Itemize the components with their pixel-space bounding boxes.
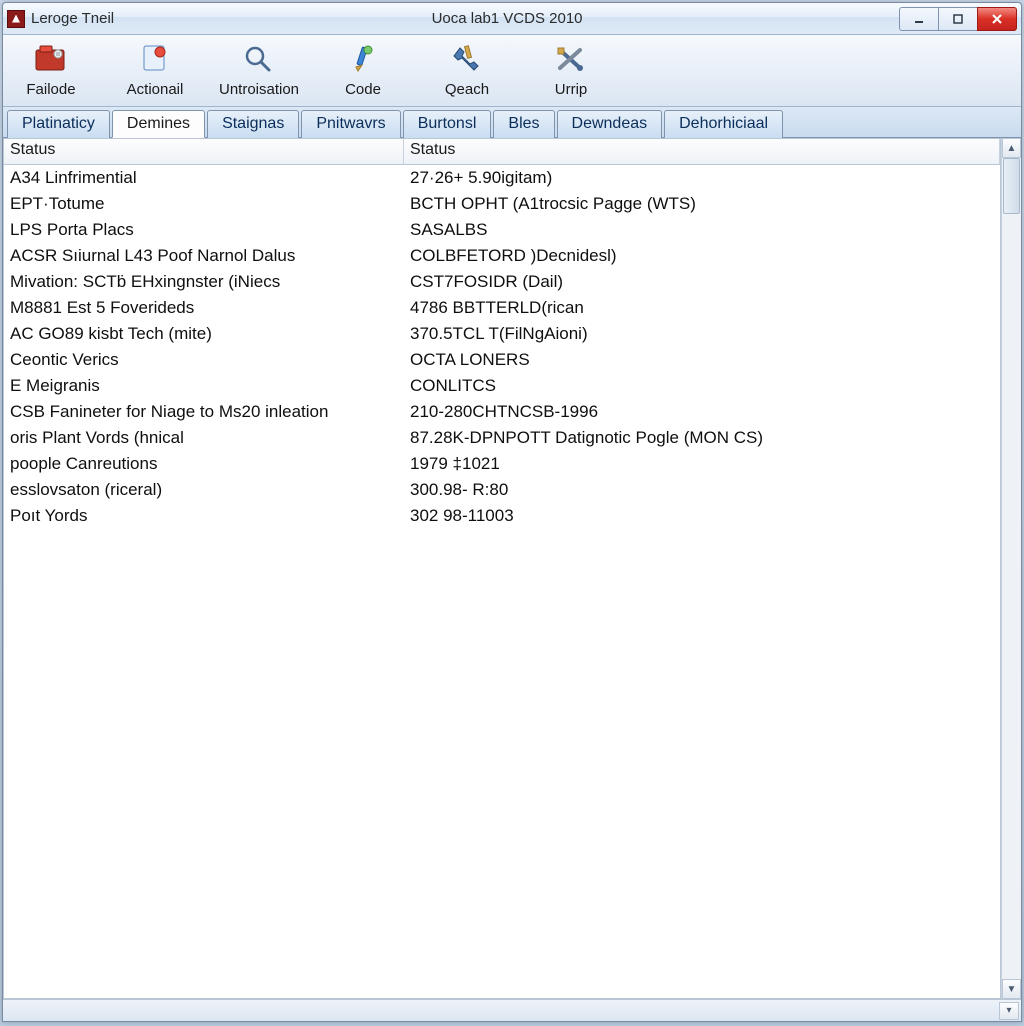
cell-status-2: COLBFETORD )Decnidesl) — [404, 245, 1000, 267]
cell-status-2: 1979 ‡1021 — [404, 453, 1000, 475]
scroll-down-button[interactable]: ▼ — [1002, 979, 1021, 999]
cell-status-2: SASALBS — [404, 219, 1000, 241]
table-row[interactable]: esslovsaton (riceral)300.98- R:80 — [4, 477, 1000, 503]
maximize-icon — [952, 13, 964, 25]
content-area: Status Status A34 Linfrimential27·26+ 5.… — [3, 138, 1021, 999]
column-header-1[interactable]: Status — [4, 139, 404, 164]
cell-status-1: ACSR Sıiurnal L43 Poof Narnol Dalus — [4, 245, 404, 267]
cell-status-2: 300.98- R:80 — [404, 479, 1000, 501]
cell-status-2: CST7FOSIDR (Dail) — [404, 271, 1000, 293]
pencil-icon — [345, 41, 381, 77]
toolbar-urrip[interactable]: Urrip — [531, 41, 611, 98]
cell-status-1: poople Canreutions — [4, 453, 404, 475]
cell-status-2: 87.28K-DPNPOTT Datignotic Pogle (MON CS) — [404, 427, 1000, 449]
tab-platinaticy[interactable]: Platinaticy — [7, 110, 110, 138]
cell-status-2: 4786 BBTTERLD(rican — [404, 297, 1000, 319]
cell-status-1: esslovsaton (riceral) — [4, 479, 404, 501]
tab-dewndeas[interactable]: Dewndeas — [557, 110, 663, 138]
toolbar-label: Untroisation — [219, 81, 299, 98]
close-button[interactable] — [977, 7, 1017, 31]
vertical-scrollbar[interactable]: ▲ ▼ — [1001, 138, 1021, 999]
maximize-button[interactable] — [938, 7, 978, 31]
toolbar-label: Urrip — [555, 81, 588, 98]
app-window: Leroge Tneil Uoca lab1 VCDS 2010 Failode — [2, 2, 1022, 1022]
scroll-thumb[interactable] — [1003, 158, 1020, 214]
cell-status-1: E Meigranis — [4, 375, 404, 397]
toolbar-label: Code — [345, 81, 381, 98]
toolbar-code[interactable]: Code — [323, 41, 403, 98]
cell-status-2: BCTH OPHT (A1trocsic Pagge (WTS) — [404, 193, 1000, 215]
toolbar: Failode Actionail Untroisation Code Qeac… — [3, 35, 1021, 107]
cell-status-1: CSB Fanineter for Niage to Ms20 inleatio… — [4, 401, 404, 423]
magnifier-icon — [241, 41, 277, 77]
cell-status-2: CONLITCS — [404, 375, 1000, 397]
status-bar: ▾ — [3, 999, 1021, 1021]
cell-status-2: 210-280CHTNCSB-1996 — [404, 401, 1000, 423]
minimize-icon — [913, 13, 925, 25]
scroll-up-button[interactable]: ▲ — [1002, 138, 1021, 158]
scroll-track[interactable] — [1002, 158, 1021, 979]
tab-staignas[interactable]: Staignas — [207, 110, 299, 138]
data-table: Status Status A34 Linfrimential27·26+ 5.… — [3, 138, 1001, 999]
tab-pnitwavrs[interactable]: Pnitwavrs — [301, 110, 400, 138]
table-header: Status Status — [4, 139, 1000, 165]
toolbar-label: Failode — [26, 81, 75, 98]
cell-status-1: Poıt Yords — [4, 505, 404, 527]
cell-status-1: EPT·Totume — [4, 193, 404, 215]
table-row[interactable]: AC GO89 kisbt Tech (mite)370.5TCL T(FilN… — [4, 321, 1000, 347]
window-controls — [900, 7, 1017, 31]
table-row[interactable]: CSB Fanineter for Niage to Ms20 inleatio… — [4, 399, 1000, 425]
toolbar-label: Actionail — [127, 81, 184, 98]
toolbar-actionail[interactable]: Actionail — [115, 41, 195, 98]
tab-dehorhiciaal[interactable]: Dehorhiciaal — [664, 110, 783, 138]
cell-status-1: A34 Linfrimential — [4, 167, 404, 189]
cell-status-2: 27·26+ 5.90igitam) — [404, 167, 1000, 189]
toolbar-label: Qeach — [445, 81, 489, 98]
tab-bles[interactable]: Bles — [493, 110, 554, 138]
cell-status-2: 302 98-11003 — [404, 505, 1000, 527]
cell-status-1: Ceontic Verics — [4, 349, 404, 371]
titlebar: Leroge Tneil Uoca lab1 VCDS 2010 — [3, 3, 1021, 35]
table-row[interactable]: oris Plant Vords (hnical87.28K-DPNPOTT D… — [4, 425, 1000, 451]
tabbar: Platinaticy Demines Staignas Pnitwavrs B… — [3, 107, 1021, 138]
cell-status-2: 370.5TCL T(FilNgAioni) — [404, 323, 1000, 345]
table-row[interactable]: Poıt Yords302 98-11003 — [4, 503, 1000, 529]
wrench-icon — [449, 41, 485, 77]
close-icon — [991, 13, 1003, 25]
tab-burtonsl[interactable]: Burtonsl — [403, 110, 492, 138]
cell-status-1: oris Plant Vords (hnical — [4, 427, 404, 449]
app-icon — [7, 10, 25, 28]
minimize-button[interactable] — [899, 7, 939, 31]
folder-red-icon — [33, 41, 69, 77]
table-row[interactable]: LPS Porta PlacsSASALBS — [4, 217, 1000, 243]
cell-status-1: Mivation: SCTḃ EHxingnster (iNiecs — [4, 271, 404, 293]
tools-cross-icon — [553, 41, 589, 77]
app-name: Leroge Tneil — [31, 10, 114, 27]
toolbar-failode[interactable]: Failode — [11, 41, 91, 98]
cell-status-1: LPS Porta Placs — [4, 219, 404, 241]
table-row[interactable]: M8881 Est 5 Foverideds4786 BBTTERLD(rica… — [4, 295, 1000, 321]
table-row[interactable]: EPT·TotumeBCTH OPHT (A1trocsic Pagge (WT… — [4, 191, 1000, 217]
table-row[interactable]: Ceontic VericsOCTA LONERS — [4, 347, 1000, 373]
table-row[interactable]: ACSR Sıiurnal L43 Poof Narnol DalusCOLBF… — [4, 243, 1000, 269]
toolbar-untroisation[interactable]: Untroisation — [219, 41, 299, 98]
tab-demines[interactable]: Demines — [112, 110, 205, 138]
window-title: Uoca lab1 VCDS 2010 — [114, 10, 900, 27]
scroll-right-button[interactable]: ▾ — [999, 1002, 1019, 1020]
cell-status-1: M8881 Est 5 Foverideds — [4, 297, 404, 319]
table-row[interactable]: A34 Linfrimential27·26+ 5.90igitam) — [4, 165, 1000, 191]
table-row[interactable]: poople Canreutions1979 ‡1021 — [4, 451, 1000, 477]
table-row[interactable]: Mivation: SCTḃ EHxingnster (iNiecsCST7FO… — [4, 269, 1000, 295]
column-header-2[interactable]: Status — [404, 139, 1000, 164]
cell-status-1: AC GO89 kisbt Tech (mite) — [4, 323, 404, 345]
toolbar-qeach[interactable]: Qeach — [427, 41, 507, 98]
table-body: A34 Linfrimential27·26+ 5.90igitam)EPT·T… — [4, 165, 1000, 998]
document-icon — [137, 41, 173, 77]
cell-status-2: OCTA LONERS — [404, 349, 1000, 371]
table-row[interactable]: E MeigranisCONLITCS — [4, 373, 1000, 399]
